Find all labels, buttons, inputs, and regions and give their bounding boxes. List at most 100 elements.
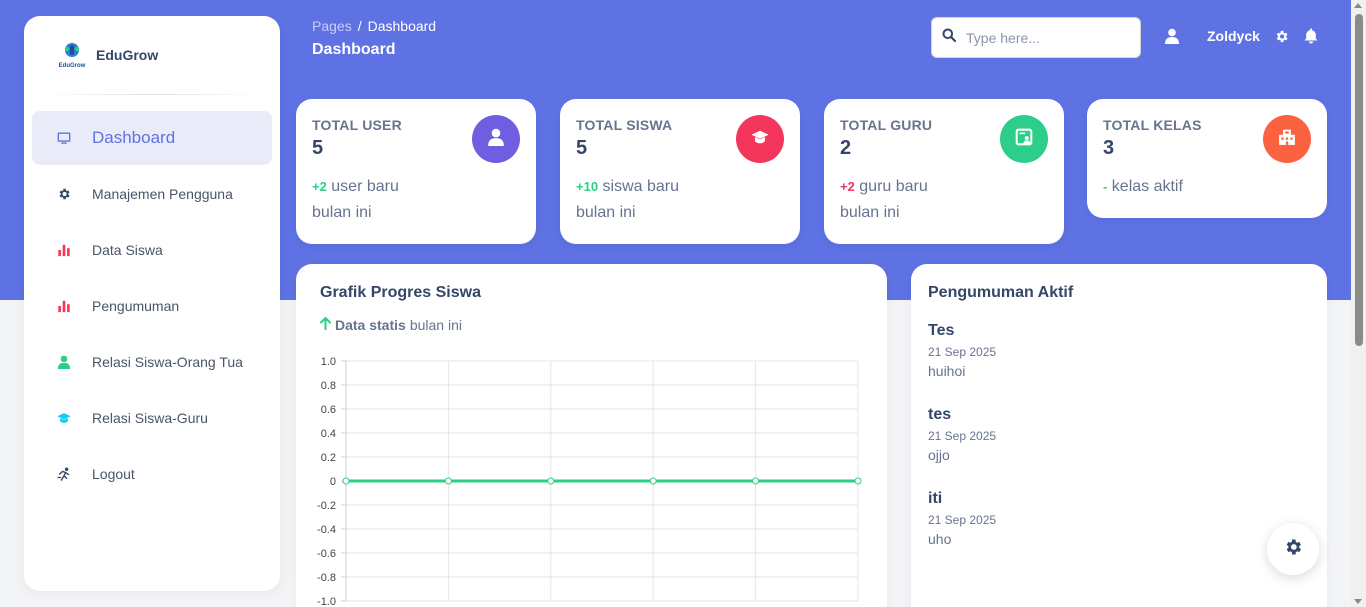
y-tick-label: 0 [330,476,336,488]
sidebar-item-data-siswa[interactable]: Data Siswa [32,223,272,277]
y-tick-label: -0.6 [317,548,336,560]
y-tick-label: -1.0 [317,596,336,607]
stat-card-total-siswa: TOTAL SISWA 5 +10 siswa baru bulan ini [560,99,800,244]
sidebar-item-label: Data Siswa [92,242,163,258]
data-point [342,477,350,485]
scroll-up-arrow[interactable] [1354,3,1362,8]
stat-badge [1000,115,1048,163]
page-scrollbar[interactable] [1351,0,1366,607]
bell-icon[interactable] [1303,28,1319,44]
data-point [752,477,760,485]
chart-card: Grafik Progres Siswa Data statis bulan i… [296,264,887,607]
y-tick-label: -0.2 [317,500,336,512]
brand-name: EduGrow [96,47,159,63]
announcement-title: tes [928,406,952,423]
breadcrumb: Pages / Dashboard [312,18,436,34]
user-menu: Zoldyck [1164,28,1332,44]
breadcrumb-current: Dashboard [367,18,437,34]
user-icon[interactable] [1164,28,1180,44]
announcement-date: 21 Sep 2025 [928,429,997,443]
building-icon [1278,128,1296,151]
stat-badge [736,115,784,163]
y-tick-label: -0.4 [317,524,336,536]
page-title: Dashboard [312,41,396,58]
announcement-item[interactable]: tes 21 Sep 2025 ojjo [928,406,1310,463]
monitor-icon [56,130,72,146]
graduation-cap-icon [751,128,769,151]
search-input[interactable] [966,29,1126,46]
announcement-body: huihoi [928,363,966,379]
stat-description: +2 guru baru bulan ini [840,174,960,226]
data-point [547,477,555,485]
y-tick-label: -0.8 [317,572,336,584]
breadcrumb-pages[interactable]: Pages [312,18,352,34]
announcement-title: iti [928,490,943,507]
settings-gear-icon[interactable] [1274,28,1290,44]
logo-text: EduGrow [59,63,86,69]
y-tick-label: 0.4 [321,428,336,440]
edugrow-logo: EduGrow [59,43,86,69]
sidebar-item-label: Relasi Siswa-Orang Tua [92,354,243,370]
stat-delta: +2 [840,179,855,194]
announcement-title: Tes [928,322,955,339]
y-tick-label: 0.8 [321,380,336,392]
search-icon [942,28,957,47]
y-tick-label: 1.0 [321,356,336,368]
announcement-date: 21 Sep 2025 [928,513,997,527]
announcement-date: 21 Sep 2025 [928,345,997,359]
sidebar-item-dashboard[interactable]: Dashboard [32,111,272,165]
stat-description: +10 siswa baru bulan ini [576,174,696,226]
data-point [444,477,452,485]
progress-line-chart: 1.0 0.8 0.6 0.4 0.2 0 -0.2 -0.4 -0.6 -0.8 -1.0 [317,356,862,607]
scroll-down-arrow[interactable] [1354,599,1362,604]
stat-card-total-user: TOTAL USER 5 +2 user baru bulan ini [296,99,536,244]
bar-chart-icon [56,242,72,258]
sidebar-divider [40,94,264,95]
stat-badge [472,115,520,163]
stat-card-total-guru: TOTAL GURU 2 +2 guru baru bulan ini [824,99,1064,244]
announcement-item[interactable]: Tes 21 Sep 2025 huihoi [928,322,1310,379]
sidebar-item-label: Dashboard [92,128,176,147]
brand[interactable]: EduGrow EduGrow [24,16,280,94]
y-tick-label: 0.6 [321,404,336,416]
sidebar-item-relasi-siswa-guru[interactable]: Relasi Siswa-Guru [32,391,272,445]
stat-delta: +10 [576,179,599,194]
announcement-body: ojjo [928,447,950,463]
data-point [649,477,657,485]
sidebar-item-label: Manajemen Pengguna [92,186,233,202]
scroll-thumb[interactable] [1355,14,1363,346]
breadcrumb-separator: / [357,18,362,34]
stat-card-total-kelas: TOTAL KELAS 3- kelas aktif [1087,99,1327,218]
announcements-title: Pengumuman Aktif [928,284,1074,301]
bar-chart-icon [56,298,72,314]
announcements-list: Tes 21 Sep 2025 huihoi tes 21 Sep 2025 ojjo it… [928,322,1310,547]
user-name[interactable]: Zoldyck [1207,28,1260,44]
stat-badge [1263,115,1311,163]
gear-icon [1283,537,1303,562]
sidebar-item-label: Relasi Siswa-Guru [92,410,208,426]
teacher-board-icon [1015,128,1033,151]
sidebar-item-manajemen-pengguna[interactable]: Manajemen Pengguna [32,167,272,221]
data-point [854,477,862,485]
stat-delta: +2 [312,179,327,194]
sidebar-item-relasi-siswa-orang-tua[interactable]: Relasi Siswa-Orang Tua [32,335,272,389]
sidebar: EduGrow EduGrow Dashboard Manajemen Pengg… [24,16,280,591]
stat-description: +2 user baru bulan ini [312,174,432,226]
graduation-cap-icon [56,410,72,426]
y-tick-label: 0.2 [321,452,336,464]
sidebar-item-pengumuman[interactable]: Pengumuman [32,279,272,333]
gear-icon [56,186,72,202]
announcement-item[interactable]: iti 21 Sep 2025 uho [928,490,1310,547]
user-icon [487,128,505,151]
sidebar-item-logout[interactable]: Logout [32,447,272,501]
settings-fab[interactable] [1267,523,1319,575]
running-icon [56,466,72,482]
user-icon [56,354,72,370]
sidebar-nav: Dashboard Manajemen Pengguna Data Siswa Pen… [24,111,280,501]
announcement-body: uho [928,531,952,547]
search-box[interactable] [931,17,1141,58]
sidebar-item-label: Logout [92,466,135,482]
announcements-card: Pengumuman Aktif Tes 21 Sep 2025 huihoi tes… [911,264,1327,607]
stat-description: - kelas aktif [1103,174,1223,200]
stat-description-text: kelas aktif [1107,178,1183,195]
